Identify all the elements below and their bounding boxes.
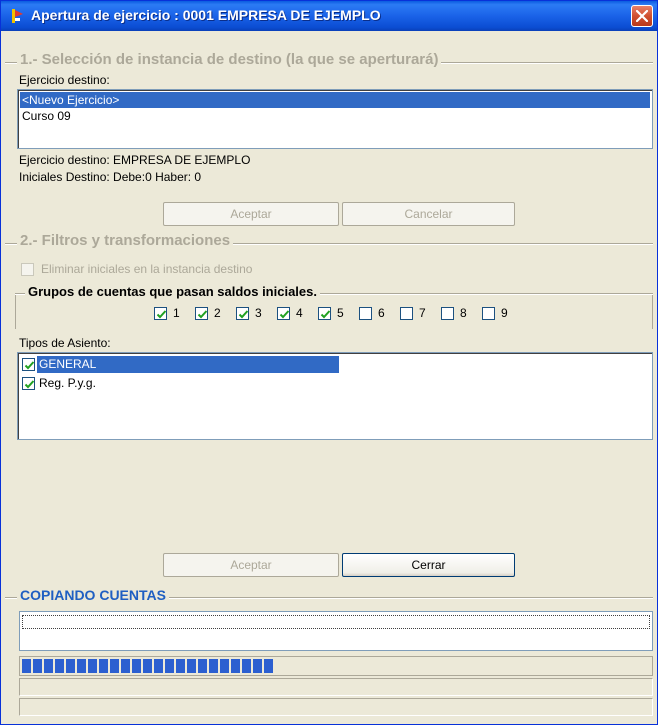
group-4-label: 4	[296, 306, 303, 320]
section1-title: 1.- Selección de instancia de destino (l…	[17, 51, 442, 68]
check-icon	[24, 361, 35, 370]
tipo-row-general[interactable]: GENERAL	[20, 356, 340, 373]
tipo-reg-pyg-checkbox[interactable]	[22, 377, 35, 390]
check-icon	[197, 310, 208, 319]
group-3-label: 3	[255, 306, 262, 320]
window: Apertura de ejercicio : 0001 EMPRESA DE …	[0, 0, 658, 725]
tipo-general-label: GENERAL	[37, 356, 339, 373]
status-row-2	[19, 698, 653, 716]
log-current-line	[22, 615, 650, 629]
check-icon	[24, 380, 35, 389]
window-title: Apertura de ejercicio : 0001 EMPRESA DE …	[31, 7, 381, 23]
log-box	[19, 611, 653, 651]
tipo-row-reg-pyg[interactable]: Reg. P.y.g.	[20, 375, 340, 392]
dialog-content: 1.- Selección de instancia de destino (l…	[1, 31, 657, 724]
ejercicio-destino-label: Ejercicio destino:	[19, 73, 110, 87]
group-6-label: 6	[378, 306, 385, 320]
tipos-asiento-list[interactable]: GENERAL Reg. P.y.g.	[17, 352, 653, 440]
close-dialog-label: Cerrar	[411, 558, 446, 572]
group-5-checkbox[interactable]	[318, 307, 331, 320]
group-6-checkbox[interactable]	[359, 307, 372, 320]
app-icon	[12, 9, 23, 23]
groups-title: Grupos de cuentas que pasan saldos inici…	[25, 284, 320, 299]
group-8-label: 8	[460, 306, 467, 320]
section1-cancel-label: Cancelar	[404, 207, 453, 221]
info-ejercicio-destino: Ejercicio destino: EMPRESA DE EJEMPLO	[19, 153, 251, 167]
group-9-label: 9	[501, 306, 508, 320]
section2-accept-button[interactable]: Aceptar	[163, 553, 339, 577]
list-item-curso-09[interactable]: Curso 09	[20, 108, 650, 124]
section1-cancel-button[interactable]: Cancelar	[342, 202, 515, 226]
group-2-label: 2	[214, 306, 221, 320]
eliminar-iniciales-checkbox[interactable]	[21, 263, 34, 276]
progress-title: COPIANDO CUENTAS	[17, 587, 169, 603]
close-button[interactable]	[631, 5, 653, 27]
section1-accept-label: Aceptar	[230, 207, 272, 221]
progress-bar	[19, 656, 653, 676]
title-bar[interactable]: Apertura de ejercicio : 0001 EMPRESA DE …	[1, 1, 657, 31]
close-icon	[636, 10, 648, 22]
group-7-checkbox[interactable]	[400, 307, 413, 320]
tipo-reg-pyg-label: Reg. P.y.g.	[39, 376, 96, 390]
check-icon	[279, 310, 290, 319]
group-7-label: 7	[419, 306, 426, 320]
group-1-checkbox[interactable]	[154, 307, 167, 320]
check-icon	[156, 310, 167, 319]
group-9-checkbox[interactable]	[482, 307, 495, 320]
group-1-label: 1	[173, 306, 180, 320]
section2-title: 2.- Filtros y transformaciones	[17, 232, 234, 249]
group-3-checkbox[interactable]	[236, 307, 249, 320]
section2-accept-label: Aceptar	[230, 558, 272, 572]
tipos-asiento-label: Tipos de Asiento:	[19, 336, 111, 350]
section1-accept-button[interactable]: Aceptar	[163, 202, 339, 226]
close-dialog-button[interactable]: Cerrar	[342, 553, 515, 577]
ejercicio-destino-list[interactable]: <Nuevo Ejercicio> Curso 09	[17, 89, 653, 149]
group-5-label: 5	[337, 306, 344, 320]
eliminar-iniciales-label: Eliminar iniciales en la instancia desti…	[41, 262, 253, 276]
group-4-checkbox[interactable]	[277, 307, 290, 320]
tipo-general-checkbox[interactable]	[22, 358, 35, 371]
group-2-checkbox[interactable]	[195, 307, 208, 320]
check-icon	[320, 310, 331, 319]
status-row-1	[19, 678, 653, 696]
progress-fill	[22, 659, 273, 673]
list-item-nuevo-ejercicio[interactable]: <Nuevo Ejercicio>	[20, 92, 650, 108]
info-iniciales-destino: Iniciales Destino: Debe:0 Haber: 0	[19, 170, 202, 184]
check-icon	[238, 310, 249, 319]
group-8-checkbox[interactable]	[441, 307, 454, 320]
